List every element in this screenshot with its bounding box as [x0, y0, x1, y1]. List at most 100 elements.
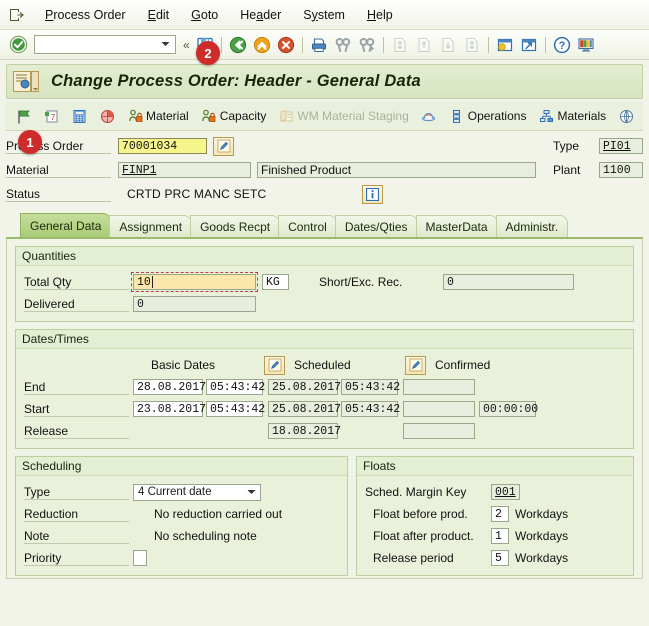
menu-bar: Process Order Edit Goto Header System He…	[0, 0, 649, 30]
total-qty-unit-field[interactable]: KG	[262, 274, 289, 290]
menu-process-order[interactable]: Process Order	[34, 5, 137, 25]
release-period-label: Release period	[373, 551, 454, 565]
scheduling-priority-field[interactable]	[133, 550, 147, 566]
materials-button[interactable]: Materials	[533, 106, 611, 126]
enter-icon[interactable]	[7, 34, 29, 56]
back-icon[interactable]	[227, 34, 249, 56]
command-field[interactable]	[34, 35, 176, 54]
delivered-row: Delivered 0	[24, 293, 625, 315]
basic-dates-edit-button[interactable]	[264, 355, 285, 375]
menu-goto[interactable]: Goto	[180, 5, 229, 25]
operations-button-label: Operations	[467, 109, 527, 123]
scheduling-group-title: Scheduling	[16, 457, 347, 476]
toolbar-separator	[487, 36, 489, 53]
wm-staging-icon	[278, 108, 294, 124]
toolbar-separator	[301, 36, 303, 53]
menu-system[interactable]: System	[292, 5, 356, 25]
floats-group-title: Floats	[357, 457, 633, 476]
previous-page-icon	[413, 34, 435, 56]
release-confirmed-date-field	[403, 423, 475, 439]
prt-button[interactable]	[613, 106, 639, 126]
calculator-button[interactable]	[66, 106, 92, 126]
capacity-button[interactable]: Capacity	[196, 106, 272, 126]
start-confirmed-date-field	[403, 401, 475, 417]
tab-assignment[interactable]: Assignment	[109, 215, 193, 237]
wm-material-staging-label: WM Material Staging	[297, 109, 409, 123]
total-qty-field[interactable]: 10	[131, 272, 258, 292]
start-basic-date-field[interactable]: 23.08.2017	[133, 401, 206, 417]
menu-edit[interactable]: Edit	[137, 5, 181, 25]
materials-button-label: Materials	[557, 109, 607, 123]
menu-help[interactable]: Help	[356, 5, 404, 25]
double-left-chevron-icon[interactable]: «	[180, 38, 193, 52]
float-before-prod-row: Float before prod. 2 Workdays	[365, 503, 625, 525]
float-after-product-field[interactable]: 1	[491, 528, 509, 544]
application-toolbar: 7 Material Capacity WM Material Staging …	[6, 102, 643, 131]
operations-icon	[449, 108, 465, 124]
tab-control[interactable]: Control	[278, 215, 337, 237]
create-session-icon[interactable]	[494, 34, 516, 56]
command-input[interactable]	[35, 37, 157, 52]
basic-dates-column-header: Basic Dates	[151, 358, 216, 372]
tab-goods-recpt-label: Goods Recpt	[200, 219, 271, 234]
material-field[interactable]: FINP1	[118, 162, 251, 178]
process-order-field[interactable]: 70001034	[118, 138, 207, 154]
status-value: CRTD PRC MANC SETC	[127, 187, 267, 201]
material-button[interactable]: Material	[122, 106, 194, 126]
chevron-down-icon[interactable]	[158, 36, 173, 51]
create-shortcut-icon[interactable]	[518, 34, 540, 56]
process-order-edit-button[interactable]	[213, 136, 234, 156]
type-field[interactable]: PI01	[599, 138, 643, 154]
material-label: Material	[6, 163, 111, 178]
order-info-button[interactable]: 7	[38, 106, 64, 126]
tab-dates-qties-label: Dates/Qties	[344, 219, 408, 234]
float-before-prod-field[interactable]: 2	[491, 506, 509, 522]
transaction-title-icon	[13, 71, 41, 93]
tab-goods-recpt[interactable]: Goods Recpt	[190, 215, 281, 237]
status-info-button[interactable]	[362, 184, 384, 204]
cancel-icon[interactable]	[275, 34, 297, 56]
start-confirmed-time-field: 00:00:00	[479, 401, 538, 417]
tab-general-data[interactable]: General Data	[20, 213, 112, 237]
start-basic-time-field[interactable]: 05:43:42	[206, 401, 265, 417]
capacity-button-label: Capacity	[219, 109, 267, 123]
toolbar-separator	[220, 36, 222, 53]
scheduled-edit-button[interactable]	[405, 355, 426, 375]
delivered-field: 0	[133, 296, 256, 312]
end-basic-date-field[interactable]: 28.08.2017	[133, 379, 206, 395]
menu-header[interactable]: Header	[229, 5, 292, 25]
scheduling-type-select[interactable]: 4 Current date	[133, 483, 261, 501]
sched-margin-key-field[interactable]: 001	[491, 484, 520, 500]
tab-strip: General Data Assignment Goods Recpt Cont…	[6, 213, 643, 239]
tab-administr[interactable]: Administr.	[495, 215, 569, 237]
batch-button[interactable]	[416, 106, 442, 126]
sap-gui-window: Process Order Edit Goto Header System He…	[0, 0, 649, 626]
floats-group: Floats Sched. Margin Key 001 Float befor…	[356, 456, 634, 576]
find-next-icon[interactable]	[356, 34, 378, 56]
scheduling-type-row: Type 4 Current date	[24, 481, 339, 503]
tab-strip-lead	[6, 215, 20, 237]
flag-button[interactable]	[10, 106, 36, 126]
exit-icon[interactable]	[251, 34, 273, 56]
operations-button[interactable]: Operations	[444, 106, 532, 126]
float-after-product-label: Float after product.	[373, 529, 474, 543]
short-exc-rec-field: 0	[443, 274, 574, 290]
tab-dates-qties[interactable]: Dates/Qties	[334, 215, 418, 237]
plant-field: 1100	[599, 162, 643, 178]
customize-layout-icon[interactable]	[575, 34, 597, 56]
print-icon[interactable]	[308, 34, 330, 56]
scheduling-group-body: Type 4 Current date Reduction No reducti…	[16, 476, 347, 575]
calculator-icon	[71, 108, 87, 124]
quantities-group: Quantities Total Qty 10 KG Short/Exc. Re…	[15, 246, 634, 322]
pie-chart-button[interactable]	[94, 106, 120, 126]
release-period-unit: Workdays	[515, 551, 569, 565]
dates-times-header-row: Basic Dates Scheduled Confirmed	[24, 354, 625, 376]
release-period-field[interactable]: 5	[491, 550, 509, 566]
help-icon[interactable]: ?	[551, 34, 573, 56]
tab-masterdata[interactable]: MasterData	[415, 215, 498, 237]
chevron-down-icon[interactable]	[245, 489, 258, 495]
sap-system-menu-icon[interactable]	[6, 5, 28, 25]
end-basic-time-field[interactable]: 05:43:42	[206, 379, 265, 395]
confirmed-column-header: Confirmed	[435, 358, 491, 372]
find-icon[interactable]	[332, 34, 354, 56]
